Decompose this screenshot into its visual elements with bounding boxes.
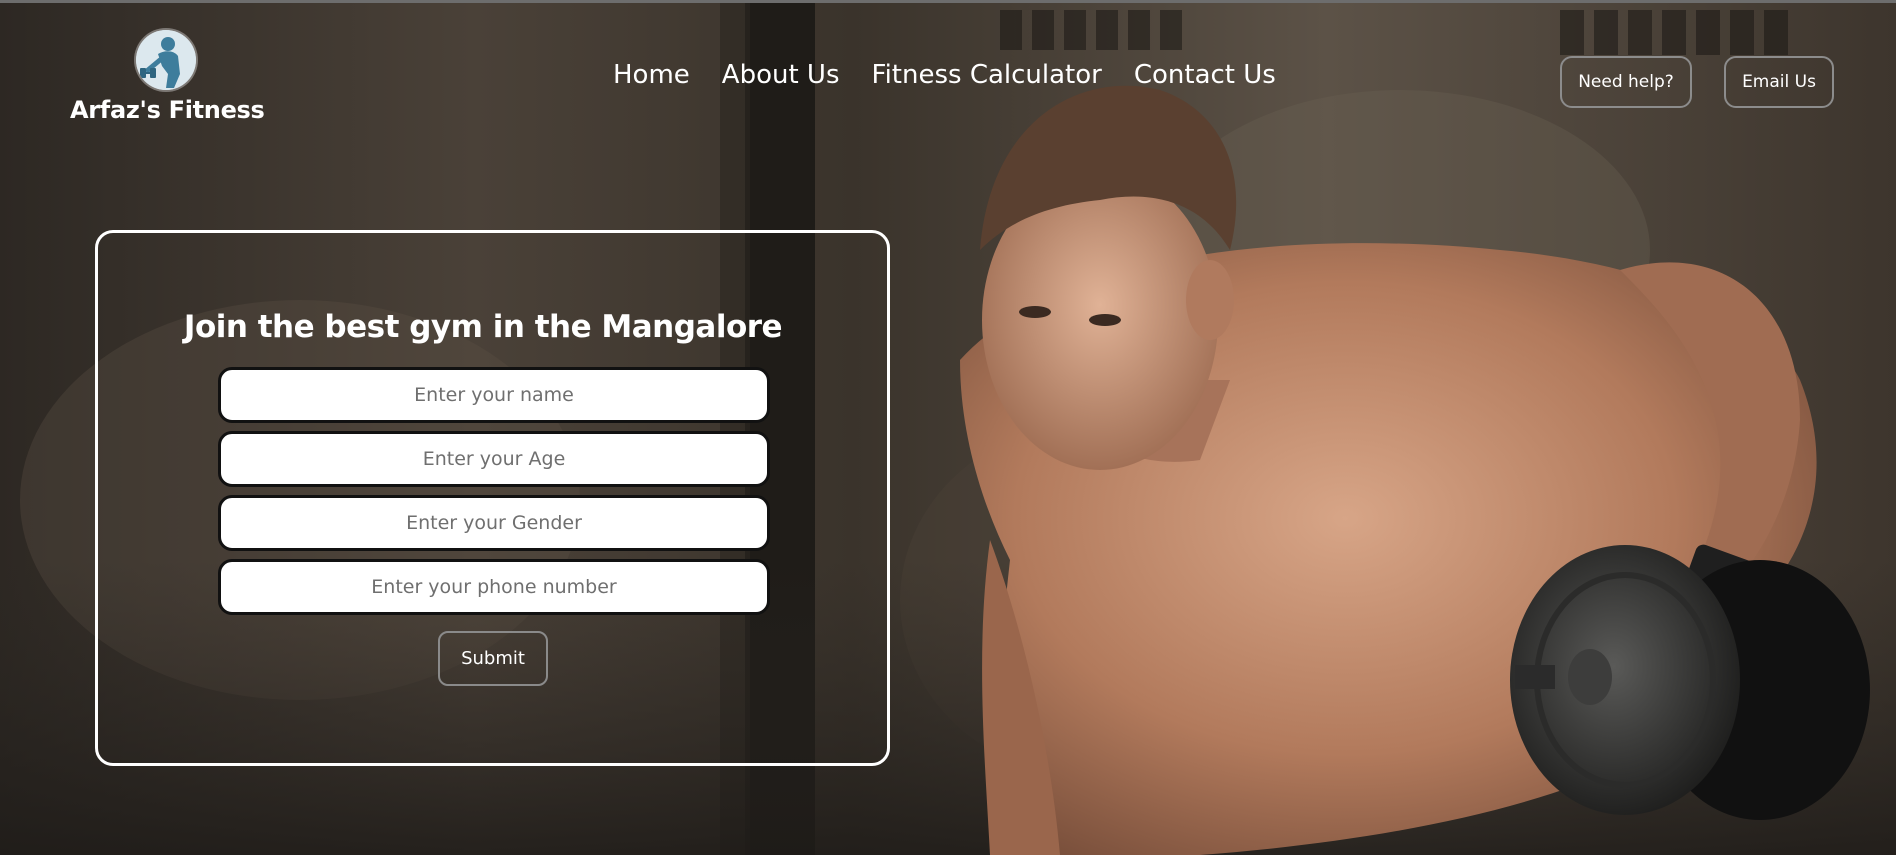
nav-home[interactable]: Home — [613, 60, 690, 90]
name-input[interactable] — [218, 367, 770, 423]
submit-button[interactable]: Submit — [438, 631, 548, 686]
email-us-button[interactable]: Email Us — [1724, 56, 1834, 108]
gender-input[interactable] — [218, 495, 770, 551]
brand-name: Arfaz's Fitness — [70, 96, 265, 124]
join-form-panel: Join the best gym in the Mangalore Submi… — [95, 230, 890, 766]
nav-fitness-calculator[interactable]: Fitness Calculator — [872, 60, 1102, 90]
brand-logo[interactable]: Arfaz's Fitness — [70, 30, 265, 124]
age-input[interactable] — [218, 431, 770, 487]
main-nav: Home About Us Fitness Calculator Contact… — [613, 60, 1276, 90]
join-form-title: Join the best gym in the Mangalore — [183, 309, 783, 345]
page: Arfaz's Fitness Home About Us Fitness Ca… — [0, 0, 1896, 855]
weightlifter-avatar-icon — [136, 30, 196, 90]
phone-input[interactable] — [218, 559, 770, 615]
need-help-button[interactable]: Need help? — [1560, 56, 1692, 108]
top-border — [0, 0, 1896, 3]
nav-contact-us[interactable]: Contact Us — [1134, 60, 1276, 90]
nav-about-us[interactable]: About Us — [722, 60, 840, 90]
